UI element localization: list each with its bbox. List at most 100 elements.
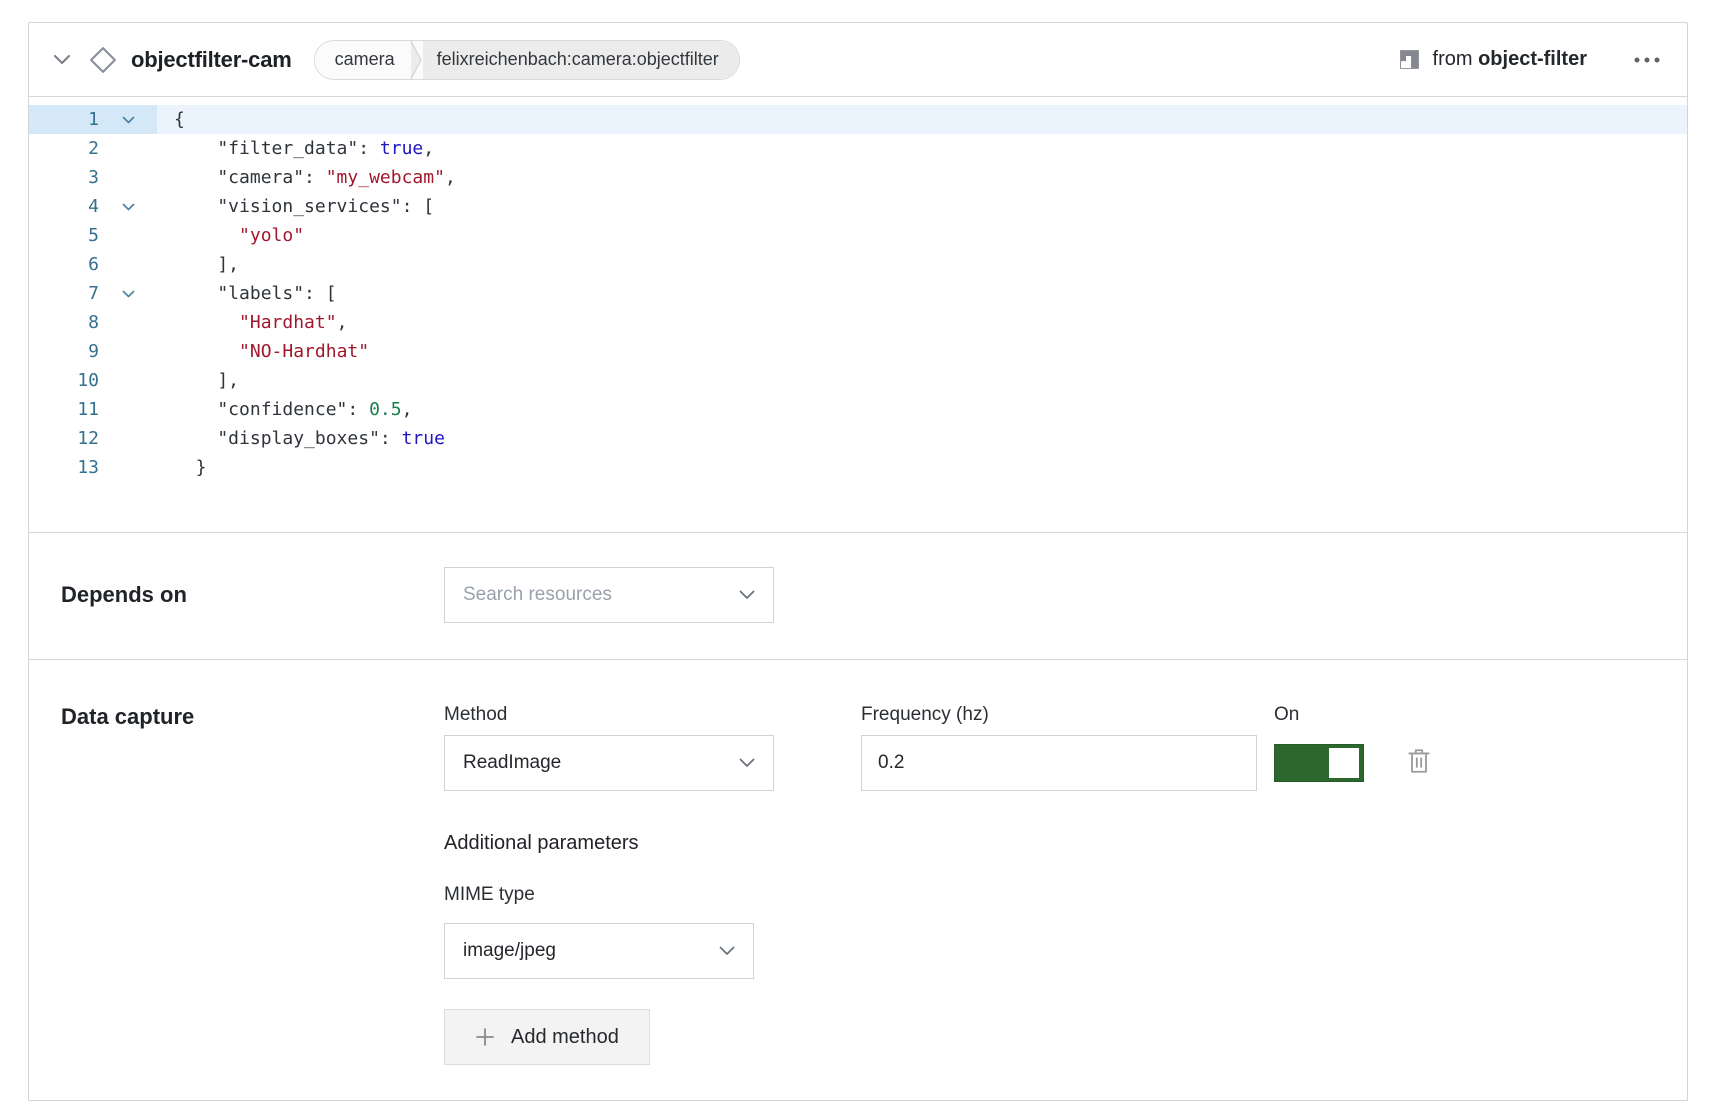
fold-spacer (99, 250, 157, 279)
code-line[interactable]: 11 "confidence": 0.5, (29, 395, 1687, 424)
code-line[interactable]: 6 ], (29, 250, 1687, 279)
depends-on-select[interactable]: Search resources (444, 567, 774, 623)
fold-chevron-icon[interactable] (99, 105, 157, 134)
editor-gutter: 10 (29, 366, 157, 395)
code-content: "confidence": 0.5, (157, 395, 1687, 424)
editor-gutter: 2 (29, 134, 157, 163)
line-number: 1 (29, 105, 99, 134)
code-line[interactable]: 4 "vision_services": [ (29, 192, 1687, 221)
code-content: "display_boxes": true (157, 424, 1687, 453)
fold-chevron-icon[interactable] (99, 279, 157, 308)
line-number: 5 (29, 221, 99, 250)
toggle-wrap (1274, 735, 1364, 791)
code-line[interactable]: 7 "labels": [ (29, 279, 1687, 308)
depends-on-section: Depends on Search resources (29, 533, 1687, 659)
ellipsis-menu-icon[interactable] (1633, 56, 1661, 64)
code-content: "yolo" (157, 221, 1687, 250)
fold-spacer (99, 134, 157, 163)
editor-gutter: 7 (29, 279, 157, 308)
method-value: ReadImage (463, 752, 561, 774)
line-number: 7 (29, 279, 99, 308)
code-content: ], (157, 250, 1687, 279)
code-line[interactable]: 13 } (29, 453, 1687, 482)
header-right: from object-filter (1398, 48, 1661, 71)
fold-spacer (99, 453, 157, 482)
fold-spacer (99, 424, 157, 453)
line-number: 13 (29, 453, 99, 482)
fold-spacer (99, 395, 157, 424)
editor-gutter: 9 (29, 337, 157, 366)
page: objectfilter-cam camera felixreichenbach… (0, 0, 1716, 1120)
mime-type-value: image/jpeg (463, 940, 556, 962)
editor-gutter: 6 (29, 250, 157, 279)
line-number: 8 (29, 308, 99, 337)
code-content: "labels": [ (157, 279, 1687, 308)
code-content: ], (157, 366, 1687, 395)
frequency-field: Frequency (hz) (861, 704, 1257, 791)
capture-method-row: Method ReadImage Frequency (hz) On (444, 704, 1655, 791)
method-select[interactable]: ReadImage (444, 735, 774, 791)
code-line[interactable]: 3 "camera": "my_webcam", (29, 163, 1687, 192)
method-label: Method (444, 704, 774, 726)
depends-on-heading: Depends on (61, 582, 444, 608)
on-label: On (1274, 704, 1364, 726)
code-content: "vision_services": [ (157, 192, 1687, 221)
data-capture-heading: Data capture (61, 704, 444, 730)
code-line[interactable]: 1{ (29, 105, 1687, 134)
from-module-name: object-filter (1478, 48, 1587, 70)
trash-icon[interactable] (1406, 747, 1432, 775)
fold-spacer (99, 337, 157, 366)
collapse-chevron-icon[interactable] (53, 54, 71, 65)
json-editor[interactable]: 1{2 "filter_data": true,3 "camera": "my_… (29, 96, 1687, 532)
data-capture-form: Method ReadImage Frequency (hz) On (444, 704, 1655, 1065)
fold-spacer (99, 163, 157, 192)
editor-gutter: 4 (29, 192, 157, 221)
fold-chevron-icon[interactable] (99, 192, 157, 221)
code-content: { (157, 105, 1687, 134)
code-line[interactable]: 5 "yolo" (29, 221, 1687, 250)
component-model-tag: felixreichenbach:camera:objectfilter (423, 41, 739, 79)
data-capture-section: Data capture Method ReadImage Frequency … (29, 660, 1687, 1100)
frequency-label: Frequency (hz) (861, 704, 1257, 726)
editor-gutter: 1 (29, 105, 157, 134)
breadcrumb: camera felixreichenbach:camera:objectfil… (314, 40, 740, 80)
code-content: "NO-Hardhat" (157, 337, 1687, 366)
code-content: "camera": "my_webcam", (157, 163, 1687, 192)
breadcrumb-separator-icon (409, 41, 423, 79)
line-number: 12 (29, 424, 99, 453)
capture-on-field: On (1274, 704, 1364, 791)
dropdown-chevron-icon (739, 758, 755, 768)
line-number: 11 (29, 395, 99, 424)
component-card: objectfilter-cam camera felixreichenbach… (28, 22, 1688, 1101)
fold-spacer (99, 308, 157, 337)
component-type-tag: camera (315, 41, 409, 79)
line-number: 3 (29, 163, 99, 192)
dropdown-chevron-icon (719, 946, 735, 956)
editor-gutter: 3 (29, 163, 157, 192)
plus-icon (475, 1027, 495, 1047)
code-line[interactable]: 10 ], (29, 366, 1687, 395)
capture-on-toggle[interactable] (1274, 744, 1364, 782)
add-method-button[interactable]: Add method (444, 1009, 650, 1065)
editor-gutter: 13 (29, 453, 157, 482)
additional-parameters-heading: Additional parameters (444, 832, 1655, 855)
component-title: objectfilter-cam (131, 47, 292, 73)
code-line[interactable]: 12 "display_boxes": true (29, 424, 1687, 453)
from-module-text: from object-filter (1433, 48, 1587, 71)
code-line[interactable]: 9 "NO-Hardhat" (29, 337, 1687, 366)
dropdown-chevron-icon (739, 590, 755, 600)
depends-on-placeholder: Search resources (463, 584, 612, 606)
frequency-input[interactable] (861, 735, 1257, 791)
code-content: "Hardhat", (157, 308, 1687, 337)
editor-gutter: 12 (29, 424, 157, 453)
card-header: objectfilter-cam camera felixreichenbach… (29, 23, 1687, 96)
add-method-label: Add method (511, 1026, 619, 1049)
component-diamond-icon (89, 46, 117, 74)
fold-spacer (99, 221, 157, 250)
mime-type-select[interactable]: image/jpeg (444, 923, 754, 979)
line-number: 2 (29, 134, 99, 163)
line-number: 4 (29, 192, 99, 221)
editor-gutter: 8 (29, 308, 157, 337)
code-line[interactable]: 2 "filter_data": true, (29, 134, 1687, 163)
code-line[interactable]: 8 "Hardhat", (29, 308, 1687, 337)
